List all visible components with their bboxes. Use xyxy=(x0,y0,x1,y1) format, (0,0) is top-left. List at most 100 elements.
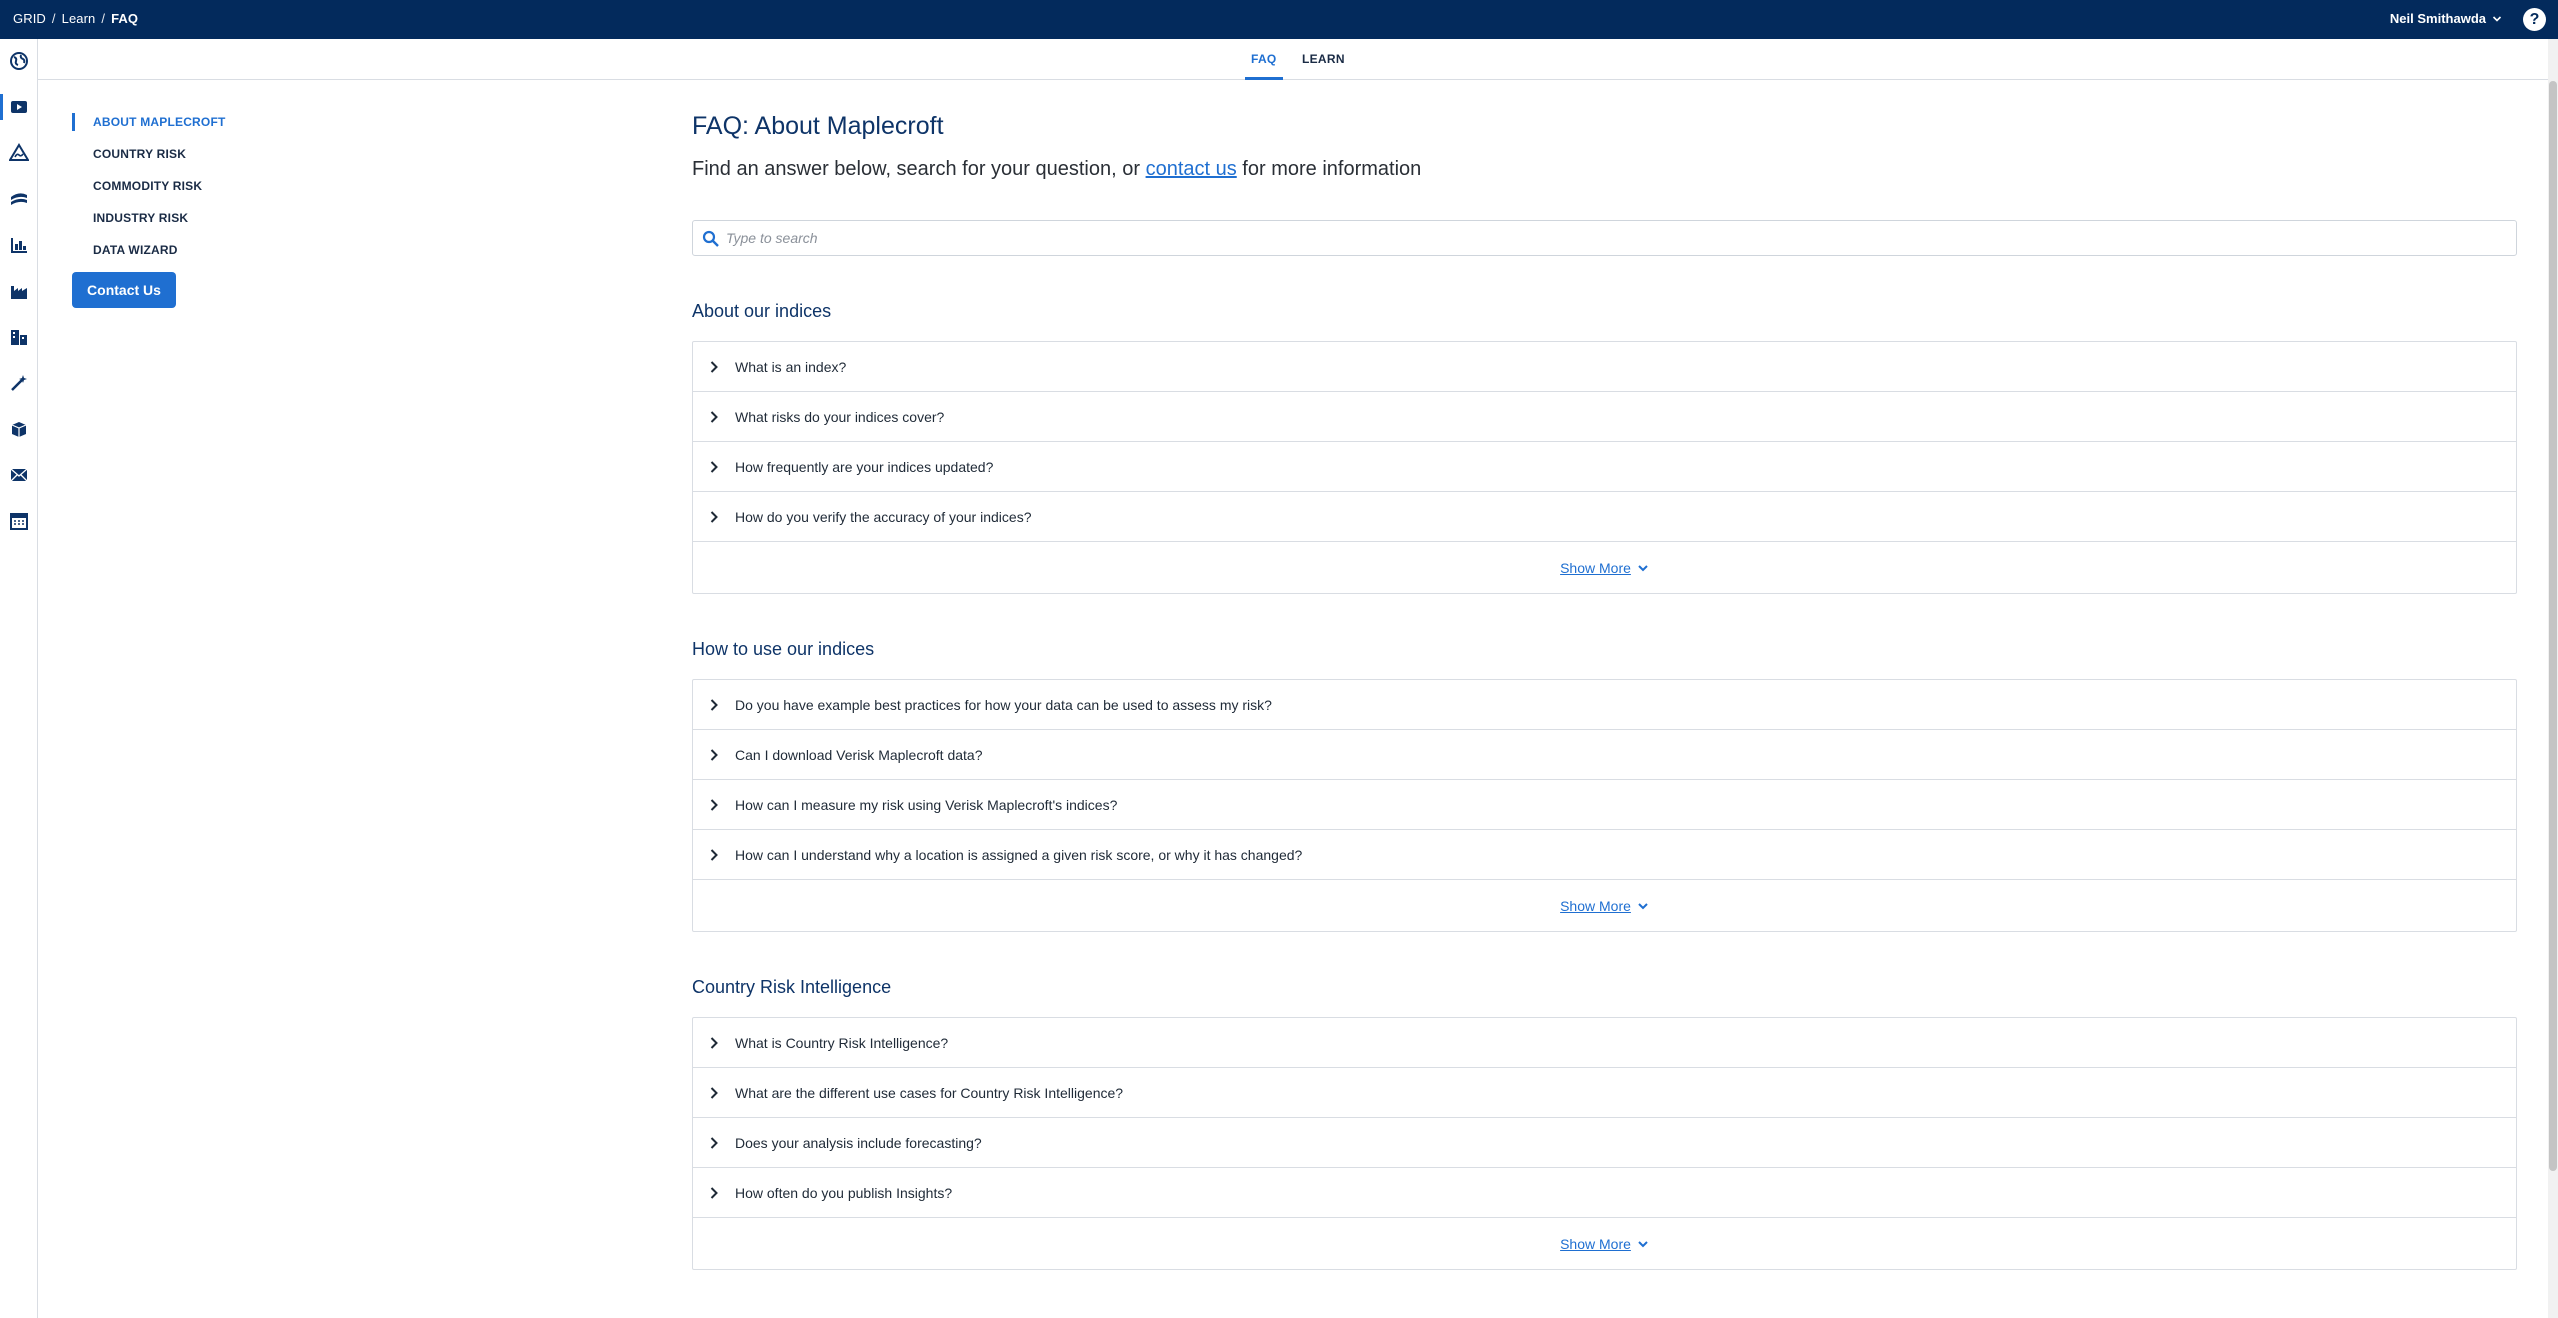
sidenav-item-industry-risk[interactable]: INDUSTRY RISK xyxy=(72,208,332,240)
show-more-label: Show More xyxy=(1560,1235,1631,1252)
page-title: FAQ: About Maplecroft xyxy=(692,112,944,140)
faq-question: What is an index? xyxy=(735,358,847,375)
search-icon xyxy=(702,230,719,247)
sidenav-item-commodity-risk[interactable]: COMMODITY RISK xyxy=(72,176,332,208)
chevron-right-icon xyxy=(710,848,718,861)
faq-item[interactable]: What is an index? xyxy=(693,342,2516,392)
faq-question: How can I measure my risk using Verisk M… xyxy=(735,796,1118,813)
faq-item[interactable]: How frequently are your indices updated? xyxy=(693,442,2516,492)
contact-us-link[interactable]: contact us xyxy=(1146,158,1237,180)
show-more-row: Show More xyxy=(693,880,2516,931)
calendar-grid-icon[interactable] xyxy=(0,504,38,538)
scrollbar-thumb[interactable] xyxy=(2549,81,2557,1171)
faq-item[interactable]: What is Country Risk Intelligence? xyxy=(693,1018,2516,1068)
faq-item[interactable]: How often do you publish Insights? xyxy=(693,1168,2516,1218)
faq-item[interactable]: What are the different use cases for Cou… xyxy=(693,1068,2516,1118)
show-more-button[interactable]: Show More xyxy=(1560,1236,1649,1252)
show-more-button[interactable]: Show More xyxy=(1560,898,1649,914)
breadcrumb-separator: / xyxy=(51,11,56,26)
help-icon[interactable]: ? xyxy=(2523,8,2546,31)
faq-section: About our indices What is an index? What… xyxy=(692,301,2517,594)
commodity-icon[interactable] xyxy=(0,182,38,216)
mail-icon[interactable] xyxy=(0,458,38,492)
faq-question: What is Country Risk Intelligence? xyxy=(735,1034,949,1051)
factory-icon[interactable] xyxy=(0,274,38,308)
user-menu[interactable]: Neil Smithawda xyxy=(2390,11,2502,26)
contact-us-button[interactable]: Contact Us xyxy=(72,272,176,308)
chevron-down-icon xyxy=(1638,564,1648,571)
hazard-icon[interactable] xyxy=(0,136,38,170)
chevron-down-icon xyxy=(2492,15,2502,22)
faq-item[interactable]: Do you have example best practices for h… xyxy=(693,680,2516,730)
show-more-row: Show More xyxy=(693,1218,2516,1269)
chevron-right-icon xyxy=(710,1086,718,1099)
section-heading: How to use our indices xyxy=(692,639,875,659)
wizard-icon[interactable] xyxy=(0,366,38,400)
chevron-right-icon xyxy=(710,410,718,423)
user-name: Neil Smithawda xyxy=(2389,11,2486,26)
chevron-right-icon xyxy=(710,1186,718,1199)
faq-section: Country Risk Intelligence What is Countr… xyxy=(692,977,2517,1270)
show-more-label: Show More xyxy=(1560,897,1631,914)
faq-question: Can I download Verisk Maplecroft data? xyxy=(735,746,983,763)
faq-question: How frequently are your indices updated? xyxy=(735,458,994,475)
faq-item[interactable]: How do you verify the accuracy of your i… xyxy=(693,492,2516,542)
faq-section: How to use our indices Do you have examp… xyxy=(692,639,2517,932)
tab-learn[interactable]: LEARN xyxy=(1302,39,1345,79)
sidenav-item-data-wizard[interactable]: DATA WIZARD xyxy=(72,240,332,272)
subtitle-text: Find an answer below, search for your qu… xyxy=(692,158,1146,180)
faq-question: Does your analysis include forecasting? xyxy=(735,1134,982,1151)
chevron-right-icon xyxy=(710,798,718,811)
faq-list: Do you have example best practices for h… xyxy=(692,679,2517,932)
chevron-down-icon xyxy=(1638,1240,1648,1247)
faq-side-nav: ABOUT MAPLECROFT COUNTRY RISK COMMODITY … xyxy=(72,112,332,308)
subtitle-text: for more information xyxy=(1236,158,1422,180)
faq-item[interactable]: How can I understand why a location is a… xyxy=(693,830,2516,880)
search-box xyxy=(692,220,2517,256)
faq-item[interactable]: How can I measure my risk using Verisk M… xyxy=(693,780,2516,830)
top-bar: GRID / Learn / FAQ Neil Smithawda ? xyxy=(0,0,2558,39)
faq-item[interactable]: Can I download Verisk Maplecroft data? xyxy=(693,730,2516,780)
faq-question: How can I understand why a location is a… xyxy=(735,846,1303,863)
breadcrumb-separator: / xyxy=(101,11,106,26)
chevron-right-icon xyxy=(710,510,718,523)
sidenav-item-country-risk[interactable]: COUNTRY RISK xyxy=(72,144,332,176)
industry-chart-icon[interactable] xyxy=(0,228,38,262)
chevron-right-icon xyxy=(710,698,718,711)
chevron-right-icon xyxy=(710,748,718,761)
tab-faq[interactable]: FAQ xyxy=(1245,39,1283,80)
show-more-button[interactable]: Show More xyxy=(1560,560,1649,576)
chevron-right-icon xyxy=(710,360,718,373)
faq-question: How do you verify the accuracy of your i… xyxy=(735,508,1032,525)
boxes-icon[interactable] xyxy=(0,412,38,446)
search-input[interactable] xyxy=(726,221,2426,255)
section-heading: About our indices xyxy=(692,301,832,321)
faq-list: What is an index? What risks do your ind… xyxy=(692,341,2517,594)
globe-icon[interactable] xyxy=(0,44,38,78)
chevron-down-icon xyxy=(1638,902,1648,909)
faq-question: How often do you publish Insights? xyxy=(735,1184,953,1201)
icon-rail xyxy=(0,39,38,1318)
buildings-icon[interactable] xyxy=(0,320,38,354)
tab-bar: FAQ LEARN xyxy=(38,39,2548,80)
chevron-right-icon xyxy=(710,1036,718,1049)
breadcrumb-grid[interactable]: GRID xyxy=(13,11,46,26)
faq-list: What is Country Risk Intelligence? What … xyxy=(692,1017,2517,1270)
page-subtitle: Find an answer below, search for your qu… xyxy=(692,158,2517,186)
faq-question: What are the different use cases for Cou… xyxy=(735,1084,1124,1101)
breadcrumb-faq: FAQ xyxy=(111,11,139,26)
section-heading: Country Risk Intelligence xyxy=(692,977,892,997)
breadcrumb: GRID / Learn / FAQ xyxy=(13,11,138,26)
breadcrumb-learn[interactable]: Learn xyxy=(62,11,96,26)
chevron-right-icon xyxy=(710,1136,718,1149)
page-scrollbar[interactable] xyxy=(2548,39,2558,1318)
video-icon[interactable] xyxy=(0,90,38,124)
faq-item[interactable]: What risks do your indices cover? xyxy=(693,392,2516,442)
show-more-label: Show More xyxy=(1560,559,1631,576)
faq-question: Do you have example best practices for h… xyxy=(735,696,1272,713)
faq-question: What risks do your indices cover? xyxy=(735,408,945,425)
chevron-right-icon xyxy=(710,460,718,473)
show-more-row: Show More xyxy=(693,542,2516,593)
sidenav-item-about-maplecroft[interactable]: ABOUT MAPLECROFT xyxy=(72,112,332,144)
faq-item[interactable]: Does your analysis include forecasting? xyxy=(693,1118,2516,1168)
